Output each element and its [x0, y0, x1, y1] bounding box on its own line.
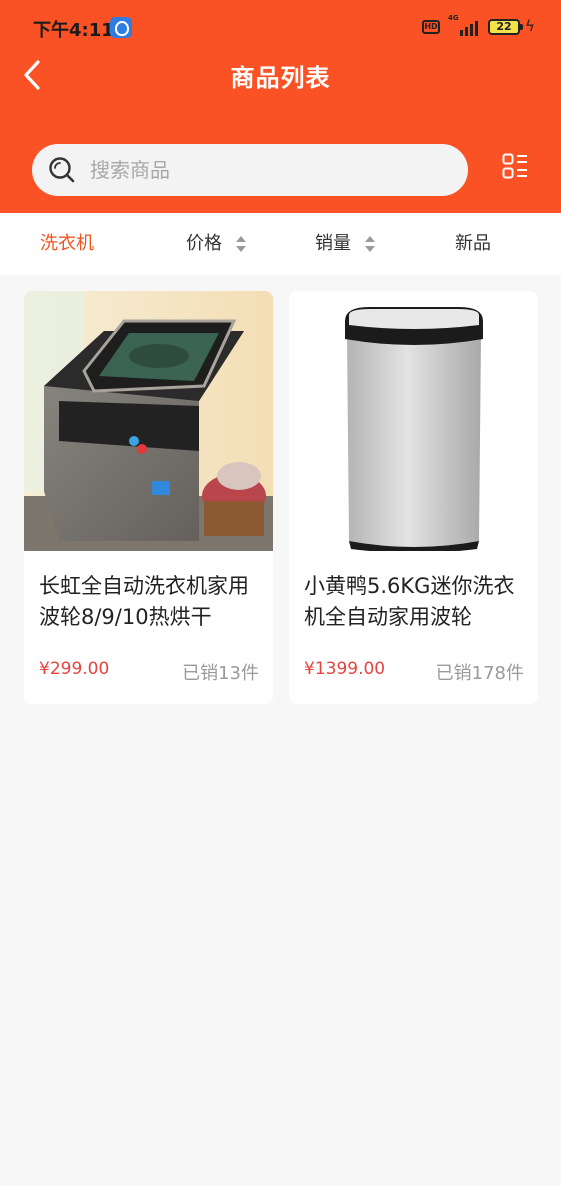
filter-tab-sales[interactable]: 销量 [315, 213, 351, 275]
charging-icon: ϟ [525, 17, 535, 35]
status-bar: 下午4:11 HD 4G 22 ϟ [0, 0, 561, 56]
signal-icon: 4G [448, 14, 480, 38]
battery-icon: 22 [488, 19, 523, 35]
layout-toggle-button[interactable] [502, 153, 528, 179]
page-title: 商品列表 [230, 64, 331, 92]
hd-icon: HD [422, 20, 440, 34]
network-type-label: 4G [448, 14, 459, 22]
filter-tab-new[interactable]: 新品 [455, 213, 491, 275]
sort-sales-icon[interactable] [365, 236, 375, 252]
search-bar[interactable] [32, 144, 468, 196]
product-card[interactable]: 长虹全自动洗衣机家用波轮8/9/10热烘干 ¥299.00 已销13件 [24, 291, 273, 704]
battery-level: 22 [496, 20, 512, 33]
product-image-mini-washer [289, 291, 538, 551]
product-price: ¥1399.00 [304, 659, 386, 679]
search-icon [49, 157, 75, 183]
notification-app-icon [110, 17, 132, 38]
product-price: ¥299.00 [39, 659, 110, 679]
product-title[interactable]: 长虹全自动洗衣机家用波轮8/9/10热烘干 [39, 571, 261, 635]
product-sold-count: 已销13件 [182, 663, 259, 684]
product-card[interactable]: 小黄鸭5.6KG迷你洗衣机全自动家用波轮 ¥1399.00 已销178件 [289, 291, 538, 704]
product-image-washing-machine [24, 291, 273, 551]
filter-tab-category[interactable]: 洗衣机 [40, 213, 94, 275]
filter-tab-price[interactable]: 价格 [186, 213, 222, 275]
filter-bar: 洗衣机 价格 销量 新品 [0, 213, 561, 275]
product-sold-count: 已销178件 [435, 663, 524, 684]
status-time: 下午4:11 [33, 20, 114, 41]
search-input[interactable] [90, 144, 450, 196]
list-grid-toggle-icon [502, 153, 527, 179]
product-title[interactable]: 小黄鸭5.6KG迷你洗衣机全自动家用波轮 [304, 571, 526, 635]
sort-price-icon[interactable] [236, 236, 246, 252]
